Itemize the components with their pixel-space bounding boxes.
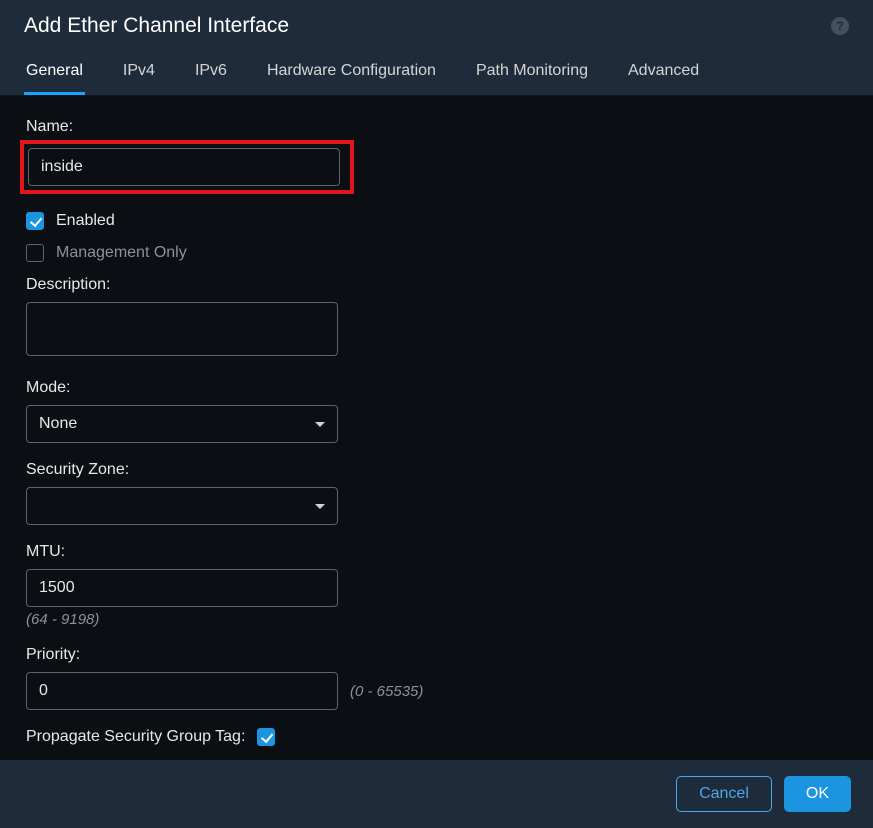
tab-advanced[interactable]: Advanced: [626, 52, 701, 95]
tab-general[interactable]: General: [24, 52, 85, 95]
enabled-label: Enabled: [56, 212, 115, 230]
mtu-field-group: MTU: (64 - 9198): [26, 543, 847, 628]
mode-field-group: Mode: None: [26, 379, 847, 443]
tab-path-monitoring[interactable]: Path Monitoring: [474, 52, 590, 95]
priority-hint: (0 - 65535): [350, 683, 423, 700]
form-scroll-area[interactable]: Name: Enabled Management Only Descriptio…: [0, 96, 873, 760]
security-zone-field-group: Security Zone:: [26, 461, 847, 525]
tab-hardware[interactable]: Hardware Configuration: [265, 52, 438, 95]
dialog-title: Add Ether Channel Interface: [24, 14, 289, 38]
mode-select[interactable]: None: [26, 405, 338, 443]
ok-button[interactable]: OK: [784, 776, 851, 812]
name-field-group: Name:: [26, 118, 847, 194]
mtu-input[interactable]: [26, 569, 338, 607]
mgmt-only-checkbox[interactable]: [26, 244, 44, 262]
mgmt-only-label: Management Only: [56, 244, 187, 262]
priority-label: Priority:: [26, 646, 847, 664]
mtu-hint: (64 - 9198): [26, 611, 847, 628]
mtu-label: MTU:: [26, 543, 847, 561]
name-input[interactable]: [28, 148, 340, 186]
cancel-button[interactable]: Cancel: [676, 776, 772, 812]
chevron-down-icon: [315, 504, 325, 509]
propagate-label: Propagate Security Group Tag:: [26, 728, 245, 746]
description-input[interactable]: [26, 302, 338, 356]
description-field-group: Description:: [26, 276, 847, 361]
tab-ipv6[interactable]: IPv6: [193, 52, 229, 95]
dialog-footer: Cancel OK: [0, 760, 873, 828]
dialog-header: Add Ether Channel Interface ?: [0, 0, 873, 52]
priority-input[interactable]: [26, 672, 338, 710]
mode-selected-value: None: [39, 415, 77, 433]
tab-ipv4[interactable]: IPv4: [121, 52, 157, 95]
security-zone-label: Security Zone:: [26, 461, 847, 479]
enabled-row: Enabled: [26, 212, 847, 230]
propagate-row: Propagate Security Group Tag:: [26, 728, 847, 746]
tabs-bar: General IPv4 IPv6 Hardware Configuration…: [0, 52, 873, 96]
mode-label: Mode:: [26, 379, 847, 397]
help-icon[interactable]: ?: [831, 17, 849, 35]
name-highlight-box: [20, 140, 354, 194]
mgmt-only-row: Management Only: [26, 244, 847, 262]
name-label: Name:: [26, 118, 847, 136]
priority-field-group: Priority: (0 - 65535): [26, 646, 847, 710]
enabled-checkbox[interactable]: [26, 212, 44, 230]
description-label: Description:: [26, 276, 847, 294]
security-zone-select[interactable]: [26, 487, 338, 525]
chevron-down-icon: [315, 422, 325, 427]
propagate-checkbox[interactable]: [257, 728, 275, 746]
